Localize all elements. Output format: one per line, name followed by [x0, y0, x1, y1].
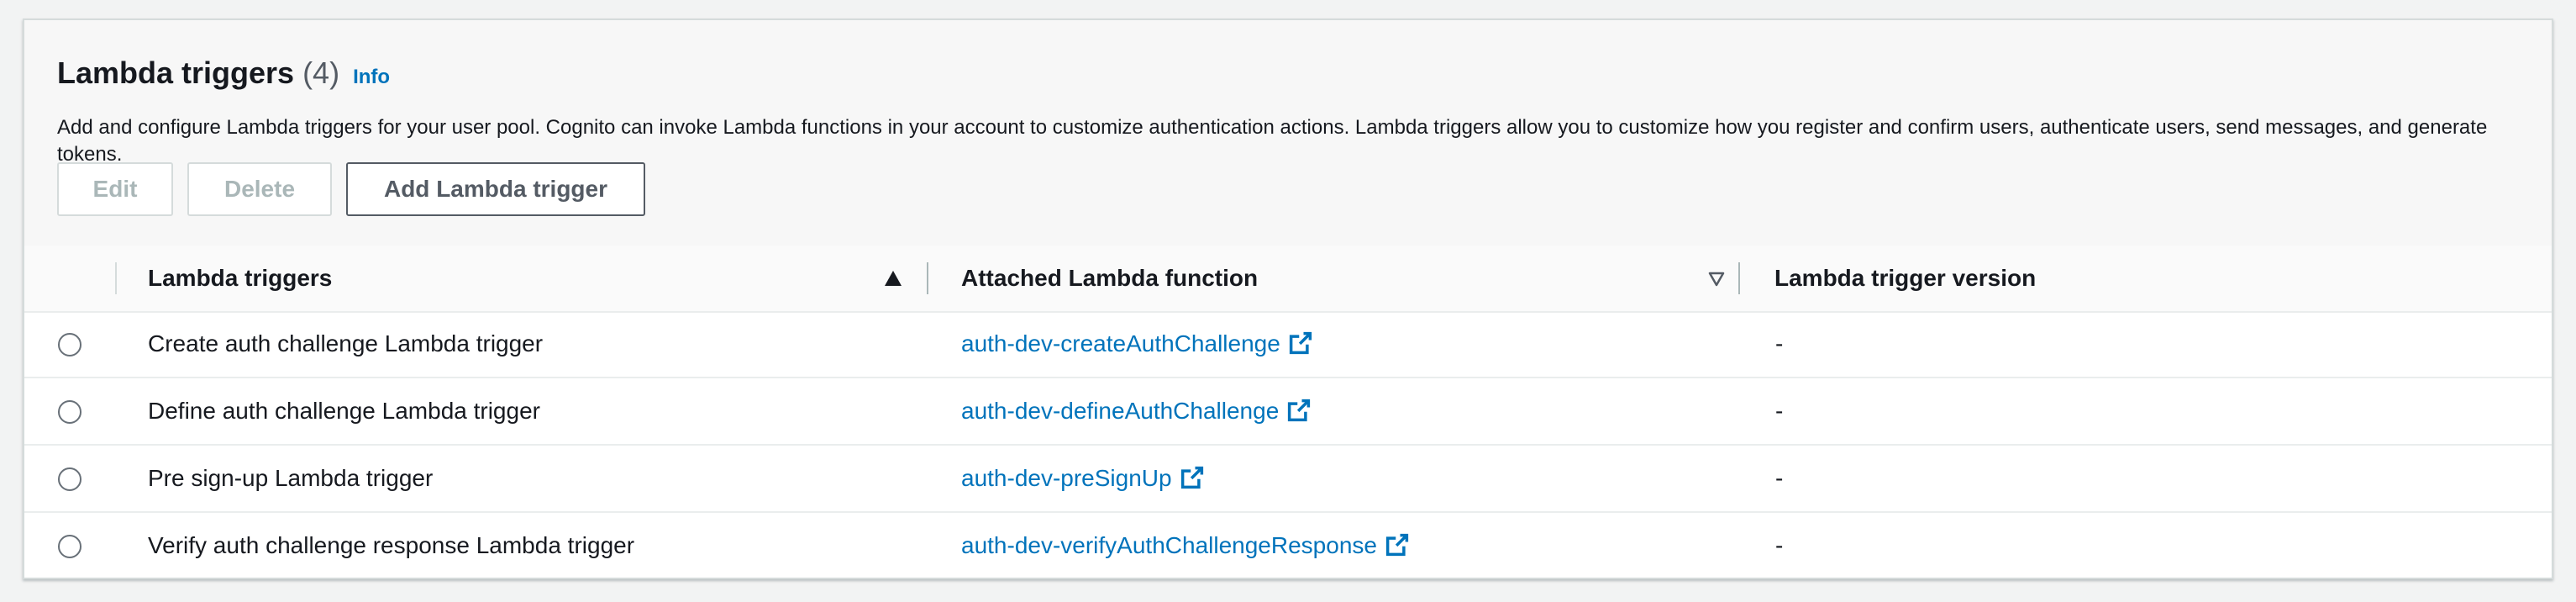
edit-button[interactable]: Edit: [57, 162, 173, 216]
section-title: Lambda triggers (4) Info: [57, 52, 390, 98]
lambda-function-name[interactable]: auth-dev-preSignUp: [961, 465, 1172, 491]
sort-descending-outline-icon[interactable]: [1708, 272, 1725, 287]
table-row[interactable]: Create auth challenge Lambda trigger aut…: [24, 311, 2552, 378]
trigger-count: (4): [302, 55, 340, 90]
trigger-version: -: [1775, 465, 1784, 491]
external-link-icon: [1180, 466, 1203, 488]
lambda-function-name[interactable]: auth-dev-defineAuthChallenge: [961, 398, 1279, 424]
external-link-icon: [1385, 533, 1409, 556]
row-select-radio[interactable]: [58, 333, 81, 356]
trigger-name: Pre sign-up Lambda trigger: [148, 465, 434, 491]
external-link-icon: [1289, 331, 1312, 354]
add-lambda-trigger-button[interactable]: Add Lambda trigger: [346, 162, 645, 216]
column-header-trigger-version[interactable]: Lambda trigger version: [1774, 246, 2036, 311]
row-select-radio[interactable]: [58, 400, 81, 424]
trigger-name: Define auth challenge Lambda trigger: [148, 398, 540, 424]
section-title-text: Lambda triggers: [57, 55, 295, 90]
sort-ascending-icon[interactable]: [885, 271, 902, 286]
delete-button[interactable]: Delete: [187, 162, 332, 216]
trigger-version: -: [1775, 532, 1784, 558]
trigger-version: -: [1775, 330, 1784, 356]
column-separator: [115, 262, 117, 294]
panel-header: Lambda triggers (4) Info Add and configure…: [24, 20, 2552, 247]
lambda-function-link[interactable]: auth-dev-verifyAuthChallengeResponse: [961, 513, 1409, 578]
external-link-icon: [1288, 399, 1311, 421]
column-header-lambda-triggers[interactable]: Lambda triggers: [148, 246, 332, 311]
trigger-name: Create auth challenge Lambda trigger: [148, 330, 544, 356]
table-row[interactable]: Define auth challenge Lambda trigger aut…: [24, 378, 2552, 446]
trigger-name: Verify auth challenge response Lambda tr…: [148, 532, 635, 558]
table-row[interactable]: Verify auth challenge response Lambda tr…: [24, 513, 2552, 580]
table-row[interactable]: Pre sign-up Lambda trigger auth-dev-preS…: [24, 446, 2552, 513]
row-select-radio[interactable]: [58, 467, 81, 491]
table-header: Lambda triggers Attached Lambda function…: [24, 246, 2552, 313]
lambda-function-link[interactable]: auth-dev-createAuthChallenge: [961, 311, 1312, 377]
row-select-radio[interactable]: [58, 535, 81, 558]
section-description: Add and configure Lambda triggers for yo…: [57, 116, 2488, 166]
column-header-attached-function[interactable]: Attached Lambda function: [961, 246, 1258, 311]
lambda-function-name[interactable]: auth-dev-verifyAuthChallengeResponse: [961, 532, 1377, 558]
lambda-function-link[interactable]: auth-dev-preSignUp: [961, 446, 1204, 511]
column-resizer[interactable]: [927, 262, 928, 294]
lambda-function-link[interactable]: auth-dev-defineAuthChallenge: [961, 378, 1311, 444]
lambda-triggers-panel: Lambda triggers (4) Info Add and configure…: [23, 18, 2553, 579]
trigger-version: -: [1775, 398, 1784, 424]
lambda-function-name[interactable]: auth-dev-createAuthChallenge: [961, 330, 1280, 356]
info-link[interactable]: Info: [353, 66, 390, 88]
column-resizer[interactable]: [1738, 262, 1740, 294]
